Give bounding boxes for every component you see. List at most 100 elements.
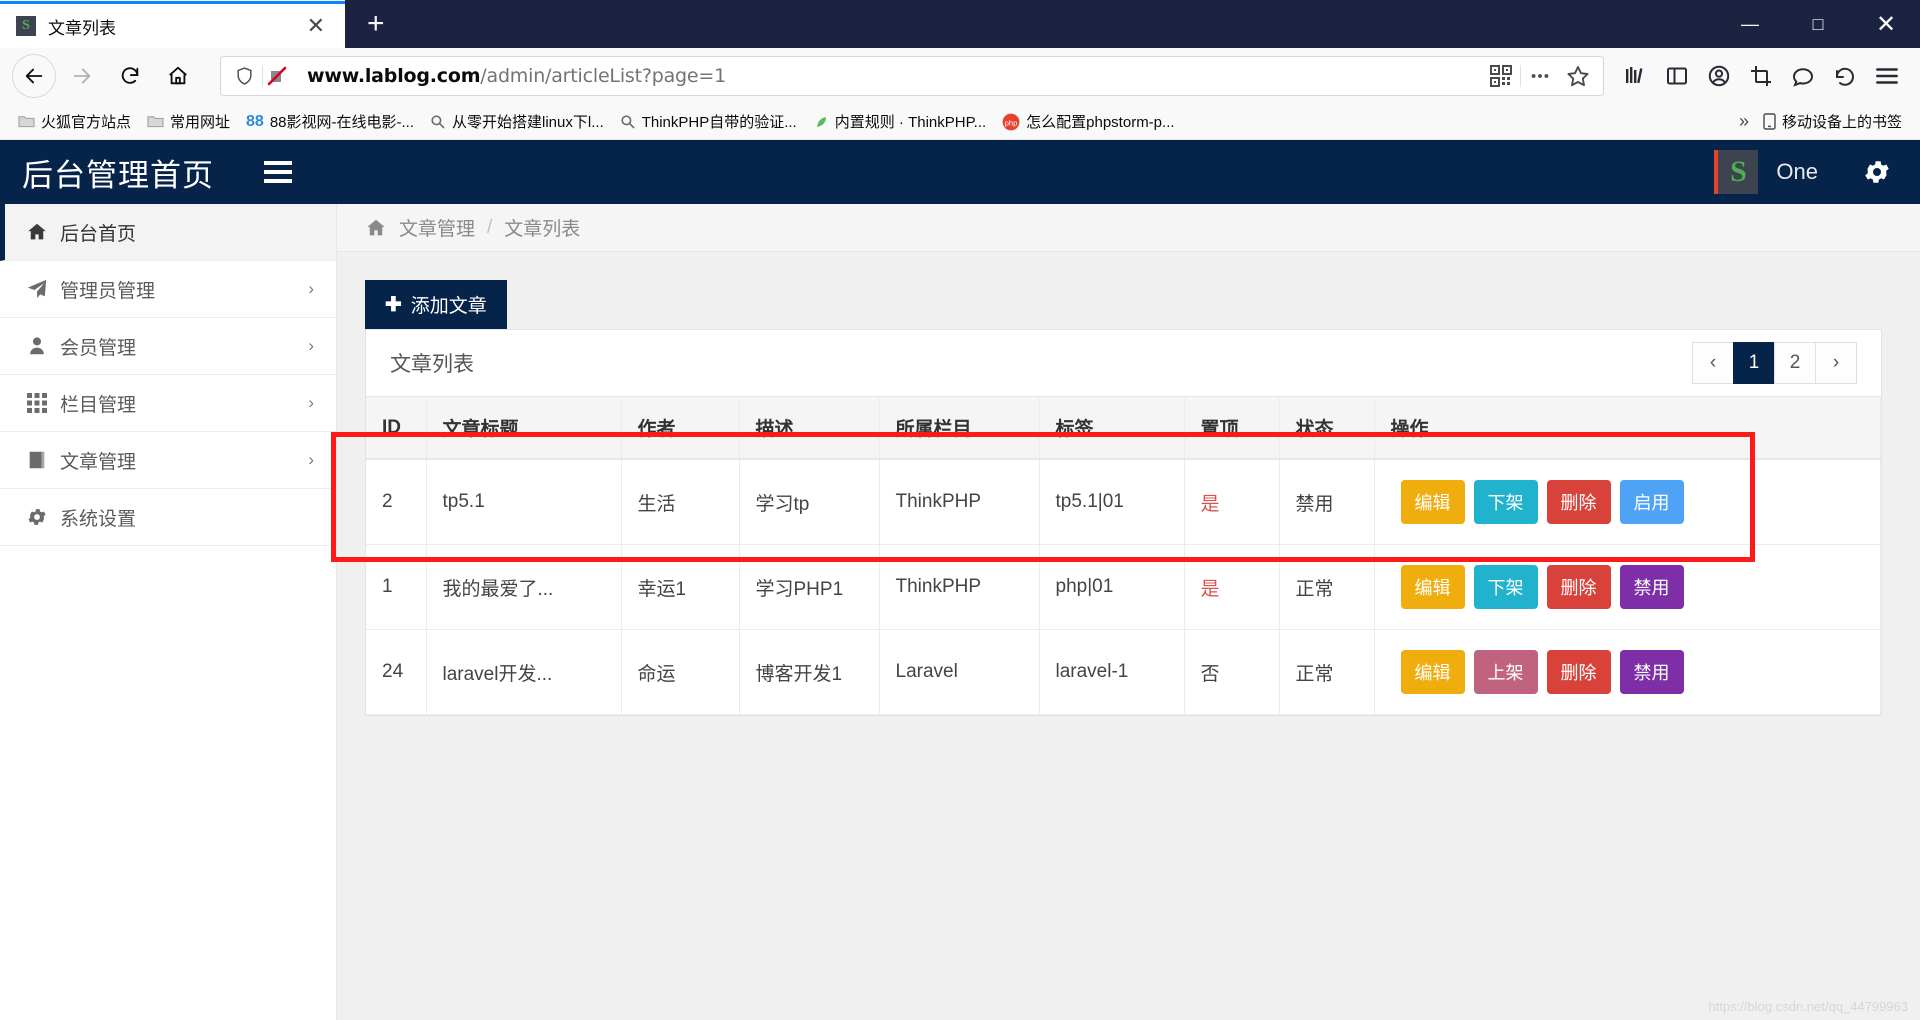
sidebar-item-settings[interactable]: 系统设置 — [0, 489, 336, 546]
bookmark-star-icon[interactable] — [1559, 57, 1597, 95]
bookmark-item[interactable]: 从零开始搭建linux下l... — [422, 107, 612, 137]
pagination-page-2[interactable]: 2 — [1774, 342, 1816, 384]
qr-code-icon[interactable] — [1482, 57, 1520, 95]
app-menu-icon[interactable] — [1866, 55, 1908, 97]
cell-top: 否 — [1184, 629, 1280, 715]
add-article-button[interactable]: ✚ 添加文章 — [365, 280, 507, 329]
sidebar-item-articles[interactable]: 文章管理 › — [0, 432, 336, 489]
chat-bubble-icon[interactable] — [1782, 55, 1824, 97]
sidebar-item-label: 管理员管理 — [60, 280, 156, 302]
tab-title: 文章列表 — [48, 18, 116, 38]
folder-icon — [147, 114, 164, 129]
home-icon[interactable] — [156, 54, 200, 98]
th-actions: 操作 — [1374, 397, 1881, 460]
paper-plane-icon — [26, 278, 60, 300]
table-row[interactable]: 2 tp5.1 生活 学习tp ThinkPHP tp5.1|01 是 禁用 编… — [366, 459, 1881, 545]
user-menu[interactable]: S One — [1714, 150, 1920, 194]
bookmark-label: 火狐官方站点 — [41, 114, 132, 131]
delete-button[interactable]: 删除 — [1546, 565, 1611, 609]
disable-button[interactable]: 禁用 — [1619, 650, 1684, 694]
unpublish-button[interactable]: 下架 — [1473, 565, 1538, 609]
plus-icon: ✚ — [385, 294, 402, 316]
home-icon — [365, 217, 387, 239]
sidebar-collapse-icon[interactable] — [264, 161, 292, 183]
search-bookmark-icon — [620, 114, 636, 130]
sidebar-item-members[interactable]: 会员管理 › — [0, 318, 336, 375]
bookmark-item[interactable]: 常用网址 — [139, 107, 238, 137]
delete-button[interactable]: 删除 — [1546, 650, 1611, 694]
bookmark-item[interactable]: php 怎么配置phpstorm-p... — [994, 107, 1182, 137]
th-top: 置顶 — [1184, 397, 1280, 460]
unpublish-button[interactable]: 下架 — [1473, 480, 1538, 524]
page-actions-icon[interactable] — [1521, 57, 1559, 95]
tab-strip: S 文章列表 ✕ — [0, 0, 345, 48]
table-header-row: ID 文章标题 作者 描述 所属栏目 标签 置顶 状态 操作 — [366, 397, 1881, 460]
bookmark-item[interactable]: 内置规则 · ThinkPHP... — [805, 107, 994, 137]
pagination-prev[interactable]: ‹ — [1692, 342, 1734, 384]
pagination-page-1[interactable]: 1 — [1733, 342, 1775, 384]
sidebar-item-label: 系统设置 — [60, 508, 137, 530]
sidebar-item-admins[interactable]: 管理员管理 › — [0, 261, 336, 318]
bookmark-item[interactable]: 88 88影视网-在线电影-... — [238, 107, 422, 137]
sidebar-item-dashboard[interactable]: 后台首页 — [0, 204, 336, 261]
php-icon: php — [1002, 113, 1020, 131]
breadcrumb-parent[interactable]: 文章管理 — [399, 214, 475, 241]
edit-button[interactable]: 编辑 — [1400, 650, 1465, 694]
enable-button[interactable]: 启用 — [1619, 480, 1684, 524]
row-action-group: 编辑 上架 删除 禁用 — [1391, 650, 1881, 694]
window-maximize-button[interactable]: □ — [1784, 0, 1852, 48]
bookmark-item[interactable]: ThinkPHP自带的验证... — [612, 107, 805, 137]
mobile-bookmarks-item[interactable]: 移动设备上的书签 — [1755, 107, 1910, 137]
reload-icon[interactable] — [108, 54, 152, 98]
edit-button[interactable]: 编辑 — [1400, 480, 1465, 524]
screenshot-icon[interactable] — [1740, 55, 1782, 97]
cell-title: tp5.1 — [426, 459, 622, 545]
url-text[interactable]: www.lablog.com/admin/articleList?page=1 — [297, 65, 1482, 87]
disable-button[interactable]: 禁用 — [1619, 565, 1684, 609]
new-tab-button[interactable]: + — [345, 9, 407, 39]
cell-actions: 编辑 下架 删除 启用 — [1374, 459, 1881, 545]
bookmarks-bar-right: » 移动设备上的书签 — [1739, 107, 1910, 137]
window-close-button[interactable]: ✕ — [1852, 0, 1920, 48]
forward-arrow-icon — [60, 54, 104, 98]
bookmark-item[interactable]: 火狐官方站点 — [10, 107, 139, 137]
bookmarks-bar: 火狐官方站点 常用网址 88 88影视网-在线电影-... 从零开始搭建linu… — [0, 104, 1920, 140]
row-action-group: 编辑 下架 删除 禁用 — [1391, 565, 1881, 609]
gear-icon — [26, 506, 60, 528]
home-icon — [26, 221, 60, 243]
table-row[interactable]: 1 我的最爱了... 幸运1 学习PHP1 ThinkPHP php|01 是 … — [366, 544, 1881, 630]
new-tab-area: + — [345, 0, 1920, 48]
back-arrow-icon[interactable] — [12, 54, 56, 98]
breadcrumb-separator: / — [487, 216, 493, 238]
account-icon[interactable] — [1698, 55, 1740, 97]
shield-icon[interactable] — [227, 65, 262, 87]
sidebar-toggle-icon[interactable] — [1656, 55, 1698, 97]
th-category: 所属栏目 — [879, 397, 1040, 460]
pagination-next[interactable]: › — [1815, 342, 1857, 384]
undo-arrow-icon[interactable] — [1824, 55, 1866, 97]
library-icon[interactable] — [1614, 55, 1656, 97]
window-minimize-button[interactable]: — — [1716, 0, 1784, 48]
browser-titlebar: S 文章列表 ✕ + — □ ✕ — [0, 0, 1920, 48]
edit-button[interactable]: 编辑 — [1400, 565, 1465, 609]
bookmark-label: 怎么配置phpstorm-p... — [1026, 114, 1175, 131]
sidebar-item-categories[interactable]: 栏目管理 › — [0, 375, 336, 432]
browser-toolbar-actions — [1614, 55, 1908, 97]
url-bar[interactable]: www.lablog.com/admin/articleList?page=1 — [220, 56, 1604, 96]
browser-tab-active[interactable]: S 文章列表 ✕ — [0, 1, 345, 48]
admin-body: 后台首页 管理员管理 › 会员管理 › 栏目管理 › 文章管理 › 系统设置 文… — [0, 204, 1920, 1020]
tab-close-icon[interactable]: ✕ — [299, 15, 333, 37]
delete-button[interactable]: 删除 — [1546, 480, 1611, 524]
bookmarks-overflow-icon[interactable]: » — [1739, 111, 1755, 132]
grid-icon — [26, 392, 60, 414]
cell-actions: 编辑 上架 删除 禁用 — [1374, 629, 1881, 715]
cell-desc: 学习tp — [739, 459, 880, 545]
settings-gear-icon[interactable] — [1862, 157, 1892, 187]
publish-button[interactable]: 上架 — [1473, 650, 1538, 694]
tracking-protection-off-icon[interactable] — [263, 64, 297, 88]
book-icon — [26, 449, 60, 471]
cell-author: 命运 — [621, 629, 740, 715]
table-row[interactable]: 24 laravel开发... 命运 博客开发1 Laravel laravel… — [366, 629, 1881, 715]
th-author: 作者 — [621, 397, 740, 460]
mobile-bookmarks-label: 移动设备上的书签 — [1781, 114, 1902, 131]
